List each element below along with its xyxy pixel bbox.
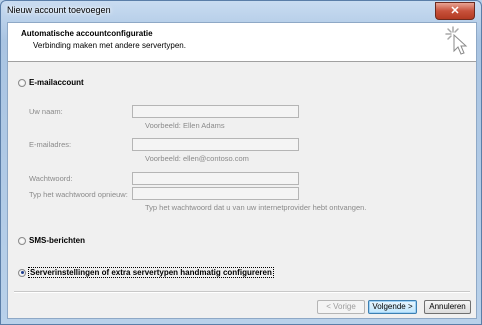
password-repeat-label: Typ het wachtwoord opnieuw: [29, 190, 128, 199]
email-account-radio[interactable] [18, 78, 26, 87]
footer-divider [14, 291, 470, 293]
option-sms[interactable]: SMS-berichten [18, 236, 85, 245]
name-hint: Voorbeeld: Ellen Adams [145, 121, 225, 130]
header-subtitle: Verbinding maken met andere servertypen. [33, 41, 186, 50]
cancel-button[interactable]: Annuleren [424, 300, 471, 314]
password-repeat-hint: Typ het wachtwoord dat u van uw internet… [145, 203, 367, 212]
close-icon: ✕ [450, 5, 460, 17]
name-label: Uw naam: [29, 107, 63, 116]
window-title: Nieuw account toevoegen [7, 5, 111, 15]
wizard-header: Automatische accountconfiguratie Verbind… [8, 23, 476, 62]
close-button[interactable]: ✕ [435, 2, 475, 20]
email-label: E-mailadres: [29, 140, 72, 149]
password-label: Wachtwoord: [29, 174, 73, 183]
option-manual-config[interactable]: Serverinstellingen of extra servertypen … [18, 267, 274, 278]
option-email-account[interactable]: E-mailaccount [18, 78, 84, 87]
email-input[interactable] [132, 138, 299, 151]
email-account-label[interactable]: E-mailaccount [29, 78, 84, 87]
dialog-client-area: Automatische accountconfiguratie Verbind… [7, 22, 477, 319]
email-hint: Voorbeeld: ellen@contoso.com [145, 154, 249, 163]
sms-label[interactable]: SMS-berichten [29, 236, 85, 245]
sms-radio[interactable] [18, 236, 26, 245]
wizard-cursor-icon [445, 26, 468, 55]
manual-config-label[interactable]: Serverinstellingen of extra servertypen … [28, 267, 274, 278]
manual-config-radio[interactable] [18, 268, 26, 277]
password-repeat-input[interactable] [132, 187, 299, 200]
title-bar[interactable]: Nieuw account toevoegen ✕ [1, 1, 481, 21]
name-input[interactable] [132, 105, 299, 118]
header-title: Automatische accountconfiguratie [21, 29, 153, 38]
password-input[interactable] [132, 172, 299, 185]
next-button[interactable]: Volgende > [368, 300, 417, 314]
dialog-window: Nieuw account toevoegen ✕ Automatische a… [0, 0, 482, 325]
back-button[interactable]: < Vorige [317, 300, 365, 314]
